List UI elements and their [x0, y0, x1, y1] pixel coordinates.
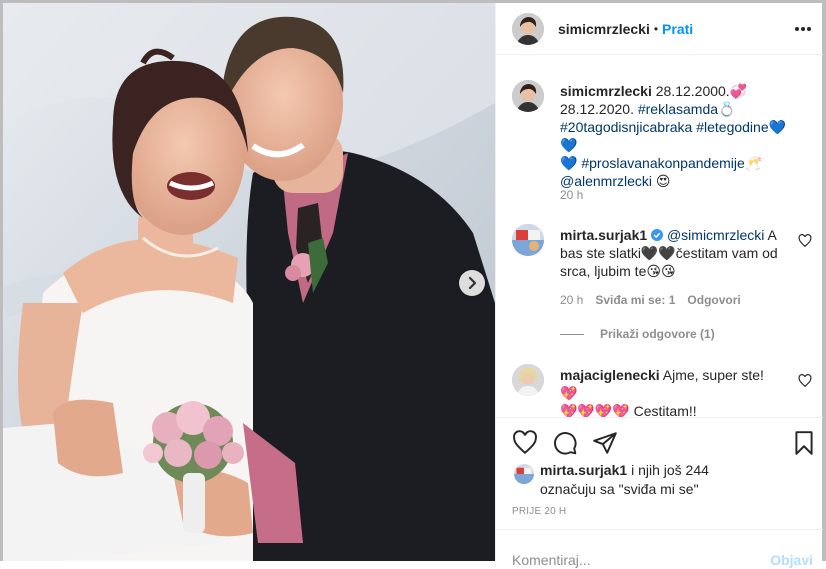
- caption-date-2: 28.12.2020.: [560, 101, 634, 117]
- avatar[interactable]: [512, 364, 544, 396]
- post-header: simicmrzlecki • Prati: [496, 3, 823, 55]
- verified-badge-icon: [651, 229, 664, 241]
- likes-line: mirta.surjak1 i njih još 244: [540, 462, 709, 478]
- comment-meta: 20 h Sviđa mi se: 1 Odgovori: [560, 293, 741, 307]
- more-options-button[interactable]: [793, 19, 813, 39]
- comment-text: mirta.surjak1 @simicmrzlecki A bas ste s…: [560, 226, 784, 280]
- view-replies-button[interactable]: Prikaži odgovore (1): [560, 327, 715, 341]
- hashtag-link[interactable]: #20tagodisnjicabraka: [560, 119, 692, 135]
- post-comment-button[interactable]: Objavi: [770, 552, 813, 568]
- comment-item: majaciglenecki Ajme, super ste! 💖 💖💖💖💖 C…: [512, 364, 812, 418]
- post-username[interactable]: simicmrzlecki: [558, 21, 650, 37]
- caption-username[interactable]: simicmrzlecki: [560, 83, 652, 99]
- comment-username[interactable]: majaciglenecki: [560, 367, 660, 383]
- divider: [560, 333, 584, 335]
- send-icon: [593, 432, 617, 454]
- post-photo[interactable]: [3, 3, 495, 561]
- avatar[interactable]: [512, 80, 544, 112]
- like-comment-button[interactable]: [798, 374, 812, 388]
- bookmark-icon: [795, 431, 813, 455]
- separator-dot: •: [653, 21, 659, 36]
- comment-text: majaciglenecki Ajme, super ste! 💖 💖💖💖💖 C…: [560, 366, 784, 418]
- post-actions-bar: [496, 417, 823, 461]
- likes-line-2: označuju sa "sviđa mi se": [540, 481, 699, 497]
- comment-item: mirta.surjak1 @simicmrzlecki A bas ste s…: [512, 224, 812, 341]
- share-button[interactable]: [592, 430, 618, 456]
- chevron-right-icon: [468, 276, 477, 290]
- post-side-panel: simicmrzlecki • Prati simicmrzlecki 28.1…: [495, 3, 823, 568]
- caption-date-1: 28.12.2000.💞: [655, 83, 748, 99]
- save-button[interactable]: [791, 430, 817, 456]
- comment-icon: [554, 432, 577, 455]
- hashtag-link[interactable]: #proslavanakonpandemije: [581, 155, 744, 171]
- follow-button[interactable]: Prati: [662, 21, 693, 37]
- comment-body: bas ste slatki🖤🖤čestitam vam od: [560, 245, 778, 261]
- post-timestamp[interactable]: PRIJE 20 H: [512, 506, 566, 517]
- comment-button[interactable]: [552, 430, 578, 456]
- avatar[interactable]: [514, 464, 534, 484]
- avatar[interactable]: [512, 224, 544, 256]
- comment-time[interactable]: 20 h: [560, 293, 583, 307]
- comment-body: 💖💖💖💖 Cestitam!!: [560, 403, 697, 418]
- mention-link[interactable]: @simicmrzlecki: [667, 227, 764, 243]
- caption-time[interactable]: 20 h: [560, 188, 583, 202]
- view-replies-label: Prikaži odgovore (1): [600, 327, 715, 341]
- likes-others[interactable]: i njih još 244: [631, 462, 709, 478]
- comments-section[interactable]: simicmrzlecki 28.12.2000.💞 28.12.2020. #…: [496, 56, 823, 418]
- heart-icon: [798, 374, 812, 388]
- hashtag-link[interactable]: #letegodine: [696, 119, 768, 135]
- liker-username[interactable]: mirta.surjak1: [540, 462, 627, 478]
- more-horizontal-icon: [795, 27, 811, 31]
- caption-item: simicmrzlecki 28.12.2000.💞 28.12.2020. #…: [512, 80, 812, 202]
- comment-body: srca, ljubim te😘😘: [560, 263, 676, 279]
- heart-emoji: 💙: [560, 155, 578, 171]
- next-photo-button[interactable]: [459, 270, 485, 296]
- wedding-photo-illustration: [3, 3, 495, 561]
- avatar[interactable]: [512, 12, 544, 45]
- add-comment-bar: Komentiraj... Objavi: [496, 529, 823, 569]
- like-comment-button[interactable]: [798, 234, 812, 248]
- comment-input[interactable]: Komentiraj...: [512, 552, 591, 568]
- comment-likes[interactable]: Sviđa mi se: 1: [595, 293, 675, 307]
- like-button[interactable]: [512, 430, 538, 456]
- hashtag-link[interactable]: #reklasamda💍: [638, 101, 736, 117]
- emoji: 😍: [655, 173, 671, 189]
- heart-icon: [513, 430, 537, 455]
- likes-summary: mirta.surjak1 i njih još 244 označuju sa…: [512, 462, 812, 502]
- reply-button[interactable]: Odgovori: [687, 293, 740, 307]
- comment-body: A: [767, 227, 777, 243]
- comment-username[interactable]: mirta.surjak1: [560, 227, 647, 243]
- emoji: 🥂: [744, 155, 763, 171]
- mention-link[interactable]: @alenmrzlecki: [560, 173, 652, 189]
- heart-icon: [798, 234, 812, 248]
- caption-text: simicmrzlecki 28.12.2000.💞 28.12.2020. #…: [560, 82, 802, 190]
- caption-meta: 20 h: [560, 188, 583, 202]
